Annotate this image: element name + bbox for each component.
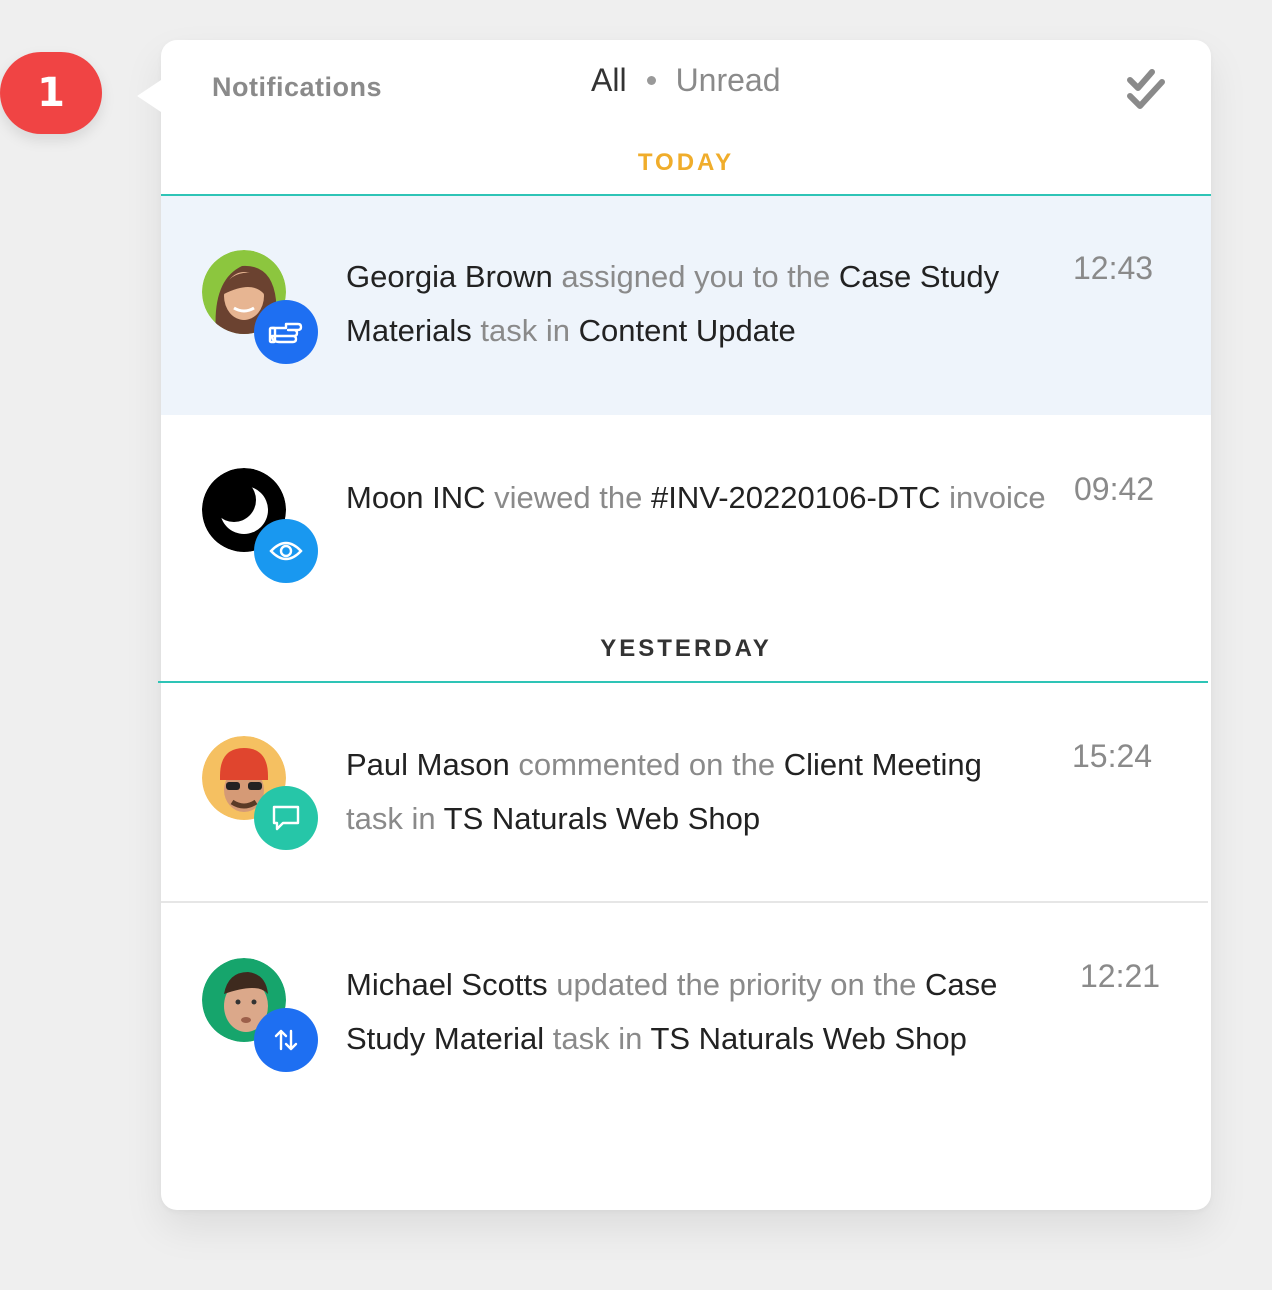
filter-tabs: All Unread: [591, 62, 781, 99]
actor-name[interactable]: Paul Mason: [346, 747, 510, 782]
section-label-today: TODAY: [637, 149, 735, 176]
notification-count-badge: 1: [0, 52, 102, 134]
double-check-icon: [1127, 69, 1165, 109]
panel-pointer: [137, 80, 161, 112]
notification-time: 12:21: [1080, 958, 1161, 994]
notification-item-georgia-brown[interactable]: Georgia Brown assigned you to the Case S…: [161, 196, 1211, 415]
notification-time: 15:24: [1072, 738, 1153, 774]
notification-text: Paul Mason commented on the Client Meeti…: [346, 747, 982, 836]
notification-item-moon-inc[interactable]: Moon INC viewed the #INV-20220106-DTC in…: [161, 415, 1211, 635]
notification-item-paul-mason[interactable]: Paul Mason commented on the Client Meeti…: [161, 683, 1211, 901]
notification-text: Michael Scotts updated the priority on t…: [346, 967, 998, 1056]
notification-item-michael-scotts[interactable]: Michael Scotts updated the priority on t…: [161, 903, 1211, 1193]
notification-time: 09:42: [1074, 471, 1155, 507]
notifications-panel: Notifications All Unread TODAY Georgia B…: [137, 40, 1211, 1210]
filter-separator-dot: [646, 76, 656, 85]
section-label-yesterday: YESTERDAY: [600, 635, 772, 662]
project-link[interactable]: Content Update: [579, 313, 796, 348]
eye-icon: [254, 519, 318, 583]
hand-pointing-icon: [254, 300, 318, 364]
actor-name[interactable]: Georgia Brown: [346, 259, 553, 294]
actor-name[interactable]: Michael Scotts: [346, 967, 548, 1002]
tab-all[interactable]: All: [591, 62, 627, 99]
comment-icon: [254, 786, 318, 850]
invoice-link[interactable]: #INV-20220106-DTC: [651, 480, 941, 515]
actor-name[interactable]: Moon INC: [346, 480, 486, 515]
notification-text: Georgia Brown assigned you to the Case S…: [346, 259, 1000, 348]
notification-time: 12:43: [1073, 250, 1154, 286]
priority-arrows-icon: [254, 1008, 318, 1072]
project-link[interactable]: TS Naturals Web Shop: [444, 801, 760, 836]
project-link[interactable]: TS Naturals Web Shop: [650, 1021, 966, 1056]
task-link[interactable]: Client Meeting: [784, 747, 982, 782]
mark-all-read-button[interactable]: [1125, 66, 1171, 114]
notification-text: Moon INC viewed the #INV-20220106-DTC in…: [346, 480, 1046, 515]
panel-title: Notifications: [212, 72, 383, 102]
tab-unread[interactable]: Unread: [676, 62, 781, 99]
